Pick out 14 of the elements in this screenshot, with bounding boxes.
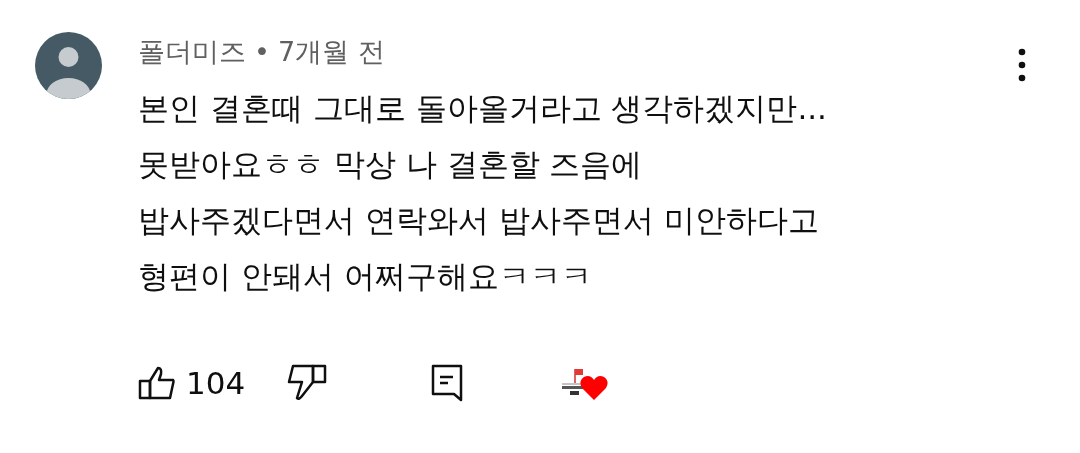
author-name[interactable]: 폴더미즈 <box>138 31 246 73</box>
like-button[interactable]: 104 <box>138 359 246 407</box>
comment-text-line: 본인 결혼때 그대로 돌아올거라고 생각하겠지만... <box>138 89 828 128</box>
thumbs-up-icon <box>138 365 176 401</box>
comment-time: 7개월 전 <box>277 34 385 69</box>
comment-text-line: 형편이 안돼서 어쩌구해요ㅋㅋㅋ <box>138 257 593 296</box>
dislike-button[interactable] <box>287 364 328 402</box>
thumbs-down-icon <box>287 364 328 402</box>
comment-text-line: 밥사주겠다면서 연락와서 밥사주면서 미안하다고 <box>138 201 820 240</box>
reply-button[interactable] <box>431 364 464 402</box>
comment-text-line: 못받아요ㅎㅎ 막상 나 결혼할 즈음에 <box>138 145 644 184</box>
menu-icon <box>1018 48 1026 82</box>
separator-dot: • <box>254 34 270 69</box>
comment-icon <box>431 364 464 402</box>
